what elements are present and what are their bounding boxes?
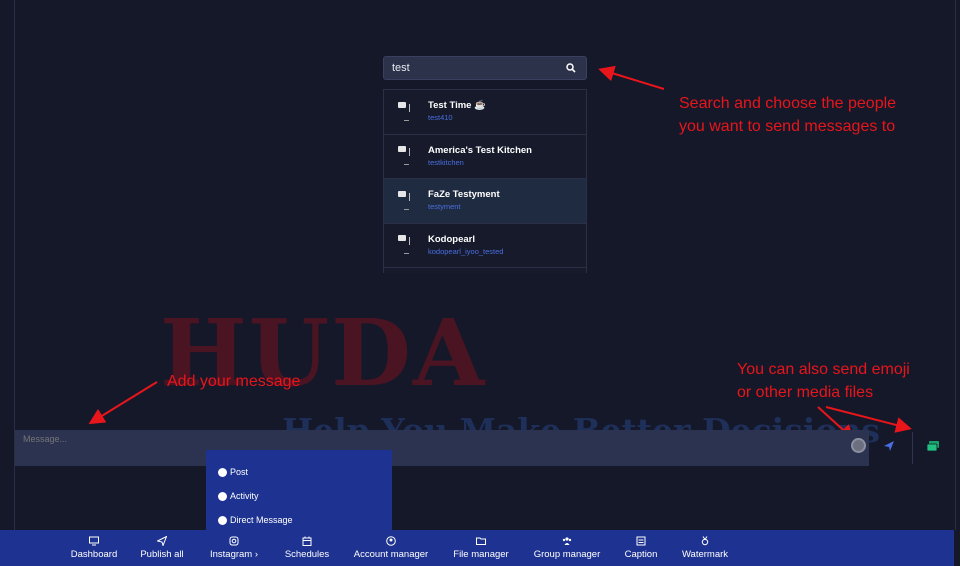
- bottom-nav: Dashboard Publish all Instagram › Schedu…: [0, 530, 954, 566]
- search-box: [383, 56, 587, 80]
- result-item[interactable]: Kodopearl kodopearl_iyoo_tested: [384, 224, 586, 268]
- annotation-media-line1: You can also send emoji: [737, 361, 910, 378]
- result-handle: kodopearl_iyoo_tested: [428, 246, 504, 256]
- result-handle: test410: [428, 113, 453, 123]
- avatar: [394, 232, 420, 258]
- nav-caption[interactable]: Caption: [621, 530, 661, 566]
- calendar-icon: [302, 536, 312, 546]
- message-bar: [15, 430, 869, 466]
- toolbar-divider: [912, 432, 913, 464]
- avatar: [394, 99, 420, 125]
- award-icon: [701, 536, 709, 546]
- paper-plane-icon: [157, 536, 167, 546]
- nav-instagram[interactable]: Instagram ›: [202, 530, 266, 566]
- result-item[interactable]: Test Time ☕ test410: [384, 90, 586, 135]
- annotation-media-line2: or other media files: [737, 384, 874, 401]
- right-divider: [955, 0, 956, 530]
- radio-icon: [218, 515, 227, 525]
- avatar: [394, 143, 420, 169]
- nav-publish-all[interactable]: Publish all: [137, 530, 187, 566]
- nav-file-manager[interactable]: File manager: [449, 530, 513, 566]
- dropdown-option-direct-message[interactable]: Direct Message: [206, 508, 392, 532]
- users-icon: [562, 537, 572, 545]
- arrow-to-search: [598, 65, 665, 90]
- nav-schedules[interactable]: Schedules: [281, 530, 333, 566]
- radio-icon: [218, 467, 227, 477]
- monitor-icon: [89, 536, 99, 546]
- message-type-dropdown: Post Activity Direct Message: [206, 450, 392, 530]
- result-handle: testkitchen: [428, 157, 464, 167]
- result-name: Kodopearl: [428, 233, 475, 245]
- result-handle: testyment: [428, 202, 461, 212]
- annotation-search-line2: you want to send messages to: [679, 118, 896, 135]
- search-input[interactable]: [392, 62, 564, 74]
- radio-icon: [218, 491, 227, 501]
- arrow-to-message: [88, 381, 158, 425]
- nav-account-manager[interactable]: Account manager: [348, 530, 434, 566]
- folder-open-icon: [476, 537, 486, 545]
- emoji-icon[interactable]: [851, 438, 866, 453]
- annotation-search-line1: Search and choose the people: [679, 95, 897, 112]
- annotation-arrows: [88, 65, 912, 441]
- caption-icon: [636, 536, 646, 546]
- result-name: America's Test Kitchen: [428, 144, 532, 156]
- nav-group-manager[interactable]: Group manager: [529, 530, 605, 566]
- dropdown-option-post[interactable]: Post: [206, 460, 392, 484]
- result-name: Test Time ☕: [428, 100, 486, 112]
- nav-watermark[interactable]: Watermark: [676, 530, 734, 566]
- result-name: FaZe Testyment: [428, 189, 500, 201]
- dropdown-option-activity[interactable]: Activity: [206, 484, 392, 508]
- result-item[interactable]: FaZe Testyment testyment: [384, 179, 586, 224]
- user-circle-icon: [386, 536, 396, 546]
- message-input[interactable]: [15, 430, 869, 466]
- search-icon[interactable]: [564, 61, 578, 75]
- search-results-list: Test Time ☕ test410 America's Test Kitch…: [383, 89, 587, 273]
- avatar: [394, 188, 420, 214]
- nav-dashboard[interactable]: Dashboard: [65, 530, 123, 566]
- instagram-icon: [229, 536, 239, 546]
- annotation-message: Add your message: [167, 373, 301, 390]
- result-item[interactable]: America's Test Kitchen testkitchen: [384, 135, 586, 179]
- media-icon[interactable]: [926, 439, 940, 452]
- send-icon[interactable]: [883, 439, 895, 451]
